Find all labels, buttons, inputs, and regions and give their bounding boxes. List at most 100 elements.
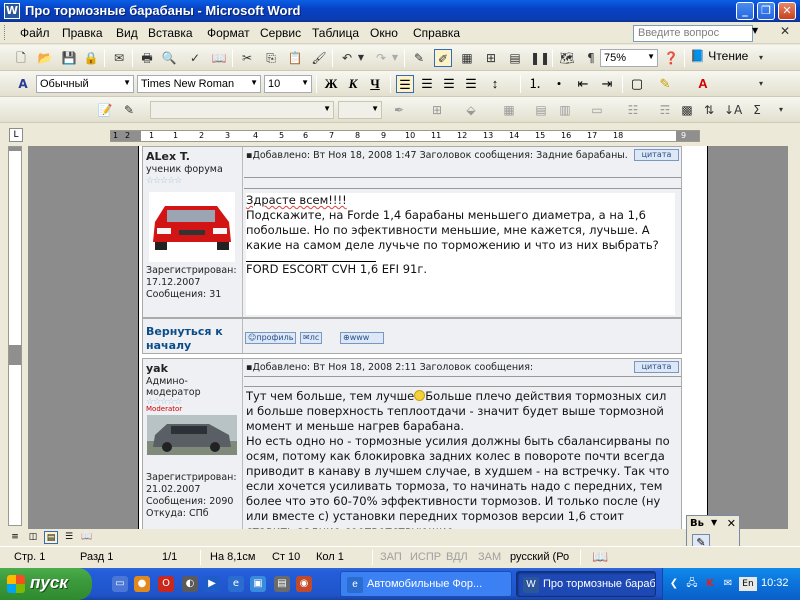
word-app-icon[interactable]: W [4,3,20,19]
start-button[interactable]: пуск [0,568,92,600]
cell-align-icon[interactable]: ▭ [588,101,606,119]
justify-icon[interactable]: ☰ [462,75,480,93]
increase-indent-icon[interactable]: ⇥ [598,75,616,93]
status-record[interactable]: ЗАП [380,551,402,563]
font-color-icon[interactable]: A [694,75,712,93]
zoom-dropdown-icon[interactable]: ▼ [647,52,655,61]
highlight-icon[interactable]: ✎ [656,75,674,93]
show-desktop-icon[interactable]: ▭ [112,576,128,592]
language-bar-menu-icon[interactable]: ▼ [711,518,717,527]
columns-icon[interactable]: ❚❚ [530,49,550,67]
minimize-button[interactable]: _ [736,2,754,20]
menu-view[interactable]: Вид [116,26,138,40]
menu-table[interactable]: Таблица [312,26,359,40]
autoformat-icon[interactable]: ▩ [678,101,696,119]
menu-grip[interactable] [4,25,7,40]
vertical-ruler[interactable] [8,146,22,526]
tables-borders-icon[interactable]: ▦ [458,49,476,67]
insert-table-icon[interactable]: ⊞ [482,49,500,67]
insert-table-2-icon[interactable]: ▦ [500,101,518,119]
font-dropdown-icon[interactable]: ▼ [250,78,258,87]
restore-button[interactable]: ❐ [757,2,775,20]
close-button[interactable]: ✕ [778,2,796,20]
undo-dropdown-icon[interactable]: ▼ [356,49,366,67]
firefox-icon[interactable]: ● [134,576,150,592]
document-page[interactable]: ALex T. ученик форума ☆☆☆☆☆ Зарегистриро… [138,146,708,529]
ink-icon[interactable]: ✎ [410,49,428,67]
split-cells-icon[interactable]: ▥ [556,101,574,119]
paste-icon[interactable]: 📋 [286,49,304,67]
spelling-status-icon[interactable]: 📖 [592,549,608,565]
tab-selector[interactable]: L [9,128,23,142]
title-bar[interactable]: W Про тормозные барабаны - Microsoft Wor… [0,0,800,22]
new-document-icon[interactable]: 🗋 [12,49,30,67]
horizontal-ruler[interactable]: 1 2 1 1 2 3 4 5 6 7 8 9 10 11 12 13 14 1… [110,130,700,142]
help-search-input[interactable]: Введите вопрос [633,25,753,42]
sort-icon[interactable]: ↓A [724,101,742,119]
menu-format[interactable]: Формат [207,26,250,40]
format-toolbar-options-icon[interactable]: ▾ [756,75,766,93]
menu-file[interactable]: Файл [20,26,50,40]
line-spacing-icon[interactable]: ↕ [486,75,504,93]
www-button[interactable]: ⊕www [340,332,384,344]
normal-view-icon[interactable]: ≡ [8,531,22,544]
print-icon[interactable]: 🖶 [138,49,156,67]
status-overtype[interactable]: ЗАМ [478,551,501,563]
task-browser[interactable]: e Автомобильные Фор... [340,571,512,597]
underline-button[interactable]: Ч [366,75,384,93]
zoom-select[interactable]: 75% ▼ [600,49,658,67]
autosum-icon[interactable]: Σ [748,101,766,119]
post-username[interactable]: ALex T. [146,150,190,163]
pen-color-icon[interactable]: ✒ [390,101,408,119]
antivirus-icon[interactable]: K [703,577,717,591]
web-view-icon[interactable]: ◫ [26,531,40,544]
style-dropdown-icon[interactable]: ▼ [123,78,131,87]
copy-icon[interactable]: ⎘ [262,49,280,67]
cut-icon[interactable]: ✂ [238,49,256,67]
help-icon[interactable]: ❓ [662,49,680,67]
bold-button[interactable]: Ж [322,75,340,93]
show-formatting-icon[interactable]: ¶ [582,49,600,67]
print-layout-icon[interactable]: ▤ [44,531,58,544]
menu-insert[interactable]: Вставка [148,26,193,40]
save-icon[interactable]: 💾 [60,49,78,67]
language-bar-close-icon[interactable]: ✕ [727,517,736,530]
reading-layout-button[interactable]: 📘 Чтение [690,49,748,63]
back-to-top-link[interactable]: Вернуться к началу [146,325,242,353]
quote-button[interactable]: цитата [634,149,679,161]
document-close-icon[interactable]: ✕ [780,24,790,38]
task-word[interactable]: W Про тормозные барабаны... [516,571,656,597]
research-icon[interactable]: 📖 [210,49,228,67]
media-icon[interactable]: ◐ [182,576,198,592]
outline-view-icon[interactable]: ☰ [62,531,76,544]
distribute-rows-icon[interactable]: ☷ [624,101,642,119]
menu-edit[interactable]: Правка [62,26,103,40]
email-icon[interactable]: ✉ [110,49,128,67]
outside-border-icon[interactable]: ▢ [628,75,646,93]
open-folder-icon[interactable]: 📂 [36,49,54,67]
bullets-icon[interactable]: • [550,75,568,93]
profile-button[interactable]: ☺профиль [245,332,297,344]
menu-tools[interactable]: Сервис [260,26,301,40]
tray-expand-icon[interactable]: ❮ [667,577,681,591]
quote-button[interactable]: цитата [634,361,679,373]
clock[interactable]: 10:32 [761,577,789,589]
redo-icon[interactable]: ↷ [372,49,390,67]
menu-help[interactable]: Справка [413,26,460,40]
align-left-icon[interactable]: ☰ [396,75,414,93]
undo-icon[interactable]: ↶ [338,49,356,67]
form-field-icon[interactable]: 📝 [96,101,114,119]
print-preview-icon[interactable]: 🔍 [160,49,178,67]
italic-button[interactable]: К [344,75,362,93]
internet-explorer-icon[interactable]: e [228,576,244,592]
numbering-icon[interactable]: ⒈ [526,75,544,93]
app-icon[interactable]: ▤ [274,576,290,592]
insert-excel-icon[interactable]: ▤ [506,49,524,67]
toolbar-options-icon[interactable]: ▾ [756,49,766,67]
format-painter-icon[interactable]: 🖌 [310,49,328,67]
opera-icon[interactable]: O [158,576,174,592]
tray-icon[interactable]: ✉ [721,577,735,591]
text-direction-icon[interactable]: ⇅ [700,101,718,119]
desktop-icon[interactable]: ▣ [250,576,266,592]
border-icon[interactable]: ⊞ [428,101,446,119]
